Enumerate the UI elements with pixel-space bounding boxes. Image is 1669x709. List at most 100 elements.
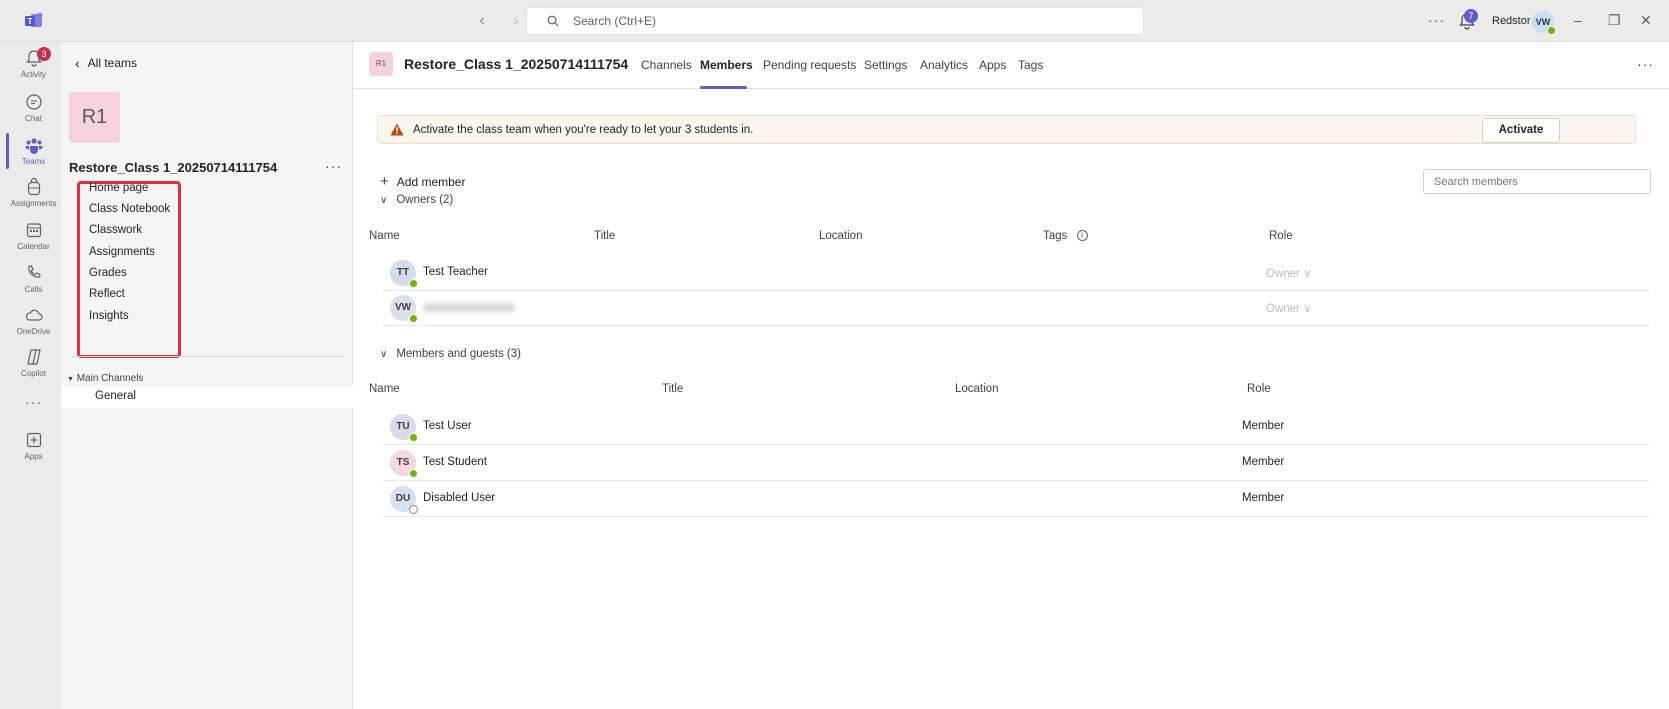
all-teams-link[interactable]: ‹ All teams: [75, 55, 137, 71]
app-rail: 3 Activity Chat Teams Assignments Calend…: [6, 42, 61, 709]
rail-item-calendar[interactable]: Calendar: [6, 220, 61, 251]
tab-tags[interactable]: Tags: [1018, 58, 1043, 72]
tab-insights[interactable]: Insights: [89, 310, 129, 322]
presence-available-icon: [409, 433, 418, 442]
teams-logo-icon: T: [25, 12, 43, 27]
table-row[interactable]: TS Test Student Member: [383, 445, 1649, 481]
rail-item-teams[interactable]: Teams: [6, 135, 61, 166]
presence-available-icon: [409, 469, 418, 478]
rail-label: Calls: [24, 285, 43, 294]
user-avatar[interactable]: VW: [1532, 11, 1556, 35]
tab-channels[interactable]: Channels: [641, 58, 692, 72]
col-role: Role: [1269, 230, 1293, 242]
channel-label: General: [95, 390, 136, 402]
chevron-down-icon: ∨: [1303, 303, 1312, 315]
team-panel: ‹ All teams R1 Restore_Class 1_202507141…: [61, 42, 353, 709]
rail-item-onedrive[interactable]: OneDrive: [6, 305, 61, 336]
channel-general[interactable]: General: [61, 386, 353, 408]
rail-label: Activity: [20, 70, 47, 79]
tab-home-page[interactable]: Home page: [89, 182, 148, 194]
rail-item-apps[interactable]: Apps: [6, 430, 61, 461]
role-dropdown[interactable]: Owner ∨: [1266, 266, 1312, 280]
avatar: TU: [390, 414, 418, 442]
settings-more-icon[interactable]: ···: [1428, 12, 1445, 28]
minimize-icon[interactable]: –: [1574, 12, 1582, 28]
search-input[interactable]: Search (Ctrl+E): [526, 7, 1144, 35]
tab-apps[interactable]: Apps: [979, 58, 1006, 72]
rail-label: Teams: [21, 157, 46, 166]
rail-item-activity[interactable]: 3 Activity: [6, 47, 61, 79]
plus-icon: +: [380, 173, 389, 190]
svg-text:T: T: [28, 17, 33, 26]
table-row[interactable]: DU Disabled User Member: [383, 481, 1649, 517]
divider: [69, 356, 345, 357]
teams-app: T ‹ › Search (Ctrl+E) ··· 7 Redstor VW –…: [0, 0, 1669, 709]
role-dropdown[interactable]: Owner ∨: [1266, 301, 1312, 315]
owners-header: Owners (2): [396, 194, 454, 206]
activate-button[interactable]: Activate: [1482, 118, 1560, 143]
tab-reflect[interactable]: Reflect: [89, 288, 125, 300]
copilot-icon: [26, 349, 41, 365]
cloud-icon: [25, 309, 43, 321]
search-members-input[interactable]: [1423, 169, 1651, 194]
presence-offline-icon: [409, 505, 418, 514]
tab-analytics[interactable]: Analytics: [920, 58, 968, 72]
tab-settings[interactable]: Settings: [864, 58, 907, 72]
avatar: TT: [390, 260, 418, 288]
team-more-options-icon[interactable]: ···: [325, 158, 342, 174]
tab-class-notebook[interactable]: Class Notebook: [89, 203, 170, 215]
header-more-options-icon[interactable]: ···: [1637, 56, 1654, 72]
rail-item-calls[interactable]: Calls: [6, 263, 61, 294]
forward-arrow-icon[interactable]: ›: [508, 12, 524, 30]
presence-available-icon: [409, 314, 418, 323]
tab-members[interactable]: Members: [700, 58, 753, 72]
tab-pending-requests[interactable]: Pending requests: [763, 58, 856, 72]
rail-label: Assignments: [10, 199, 57, 208]
avatar-initials: TU: [396, 421, 410, 432]
rail-more-icon[interactable]: ···: [6, 394, 61, 410]
rail-item-copilot[interactable]: Copilot: [6, 347, 61, 378]
rail-item-chat[interactable]: Chat: [6, 92, 61, 123]
rail-label: OneDrive: [16, 327, 51, 336]
rail-item-assignments[interactable]: Assignments: [6, 177, 61, 208]
add-member-button[interactable]: + Add member: [380, 173, 465, 190]
info-icon[interactable]: i: [1076, 230, 1088, 241]
tab-classwork[interactable]: Classwork: [89, 224, 142, 236]
title-bar: T ‹ › Search (Ctrl+E) ··· 7 Redstor VW –…: [0, 0, 1669, 42]
tab-assignments[interactable]: Assignments: [89, 246, 155, 258]
main-channels-header[interactable]: ▼ Main Channels: [67, 373, 143, 384]
rail-label: Copilot: [21, 369, 46, 378]
chat-icon: [25, 94, 42, 110]
team-name[interactable]: Restore_Class 1_20250714111754: [69, 160, 277, 175]
rail-label: Apps: [24, 452, 43, 461]
table-row[interactable]: TU Test User Member: [383, 409, 1649, 445]
backpack-icon: [27, 177, 40, 196]
avatar: TS: [390, 450, 418, 478]
guests-header: Members and guests (3): [396, 348, 521, 360]
chevron-down-icon: ∨: [380, 348, 388, 360]
guests-section-toggle[interactable]: ∨ Members and guests (3): [380, 348, 521, 360]
col-title: Title: [662, 383, 684, 395]
role-label: Owner: [1266, 303, 1300, 315]
role-label: Member: [1242, 492, 1285, 504]
main-channels-label: Main Channels: [76, 373, 144, 384]
table-row[interactable]: TT Test Teacher Owner ∨: [383, 255, 1649, 291]
org-name[interactable]: Redstor: [1492, 15, 1531, 27]
warning-icon: [390, 123, 404, 136]
col-role: Role: [1247, 383, 1271, 395]
team-avatar: R1: [69, 92, 120, 143]
close-icon[interactable]: ✕: [1640, 12, 1652, 29]
owners-section-toggle[interactable]: ∨ Owners (2): [380, 194, 453, 206]
col-title: Title: [594, 230, 616, 242]
restore-icon[interactable]: ❐: [1608, 12, 1621, 29]
table-row[interactable]: VW Owner ∨: [383, 290, 1649, 326]
avatar-initials: VW: [394, 302, 412, 313]
back-arrow-icon[interactable]: ‹: [474, 12, 490, 30]
main-content: R1 Restore_Class 1_20250714111754 Channe…: [353, 42, 1669, 709]
search-icon: [547, 15, 559, 27]
chevron-down-icon: ∨: [1303, 268, 1312, 280]
phone-icon: [27, 265, 41, 278]
notifications-badge: 7: [1464, 9, 1478, 23]
redacted-name: [423, 303, 515, 312]
tab-grades[interactable]: Grades: [89, 267, 127, 279]
